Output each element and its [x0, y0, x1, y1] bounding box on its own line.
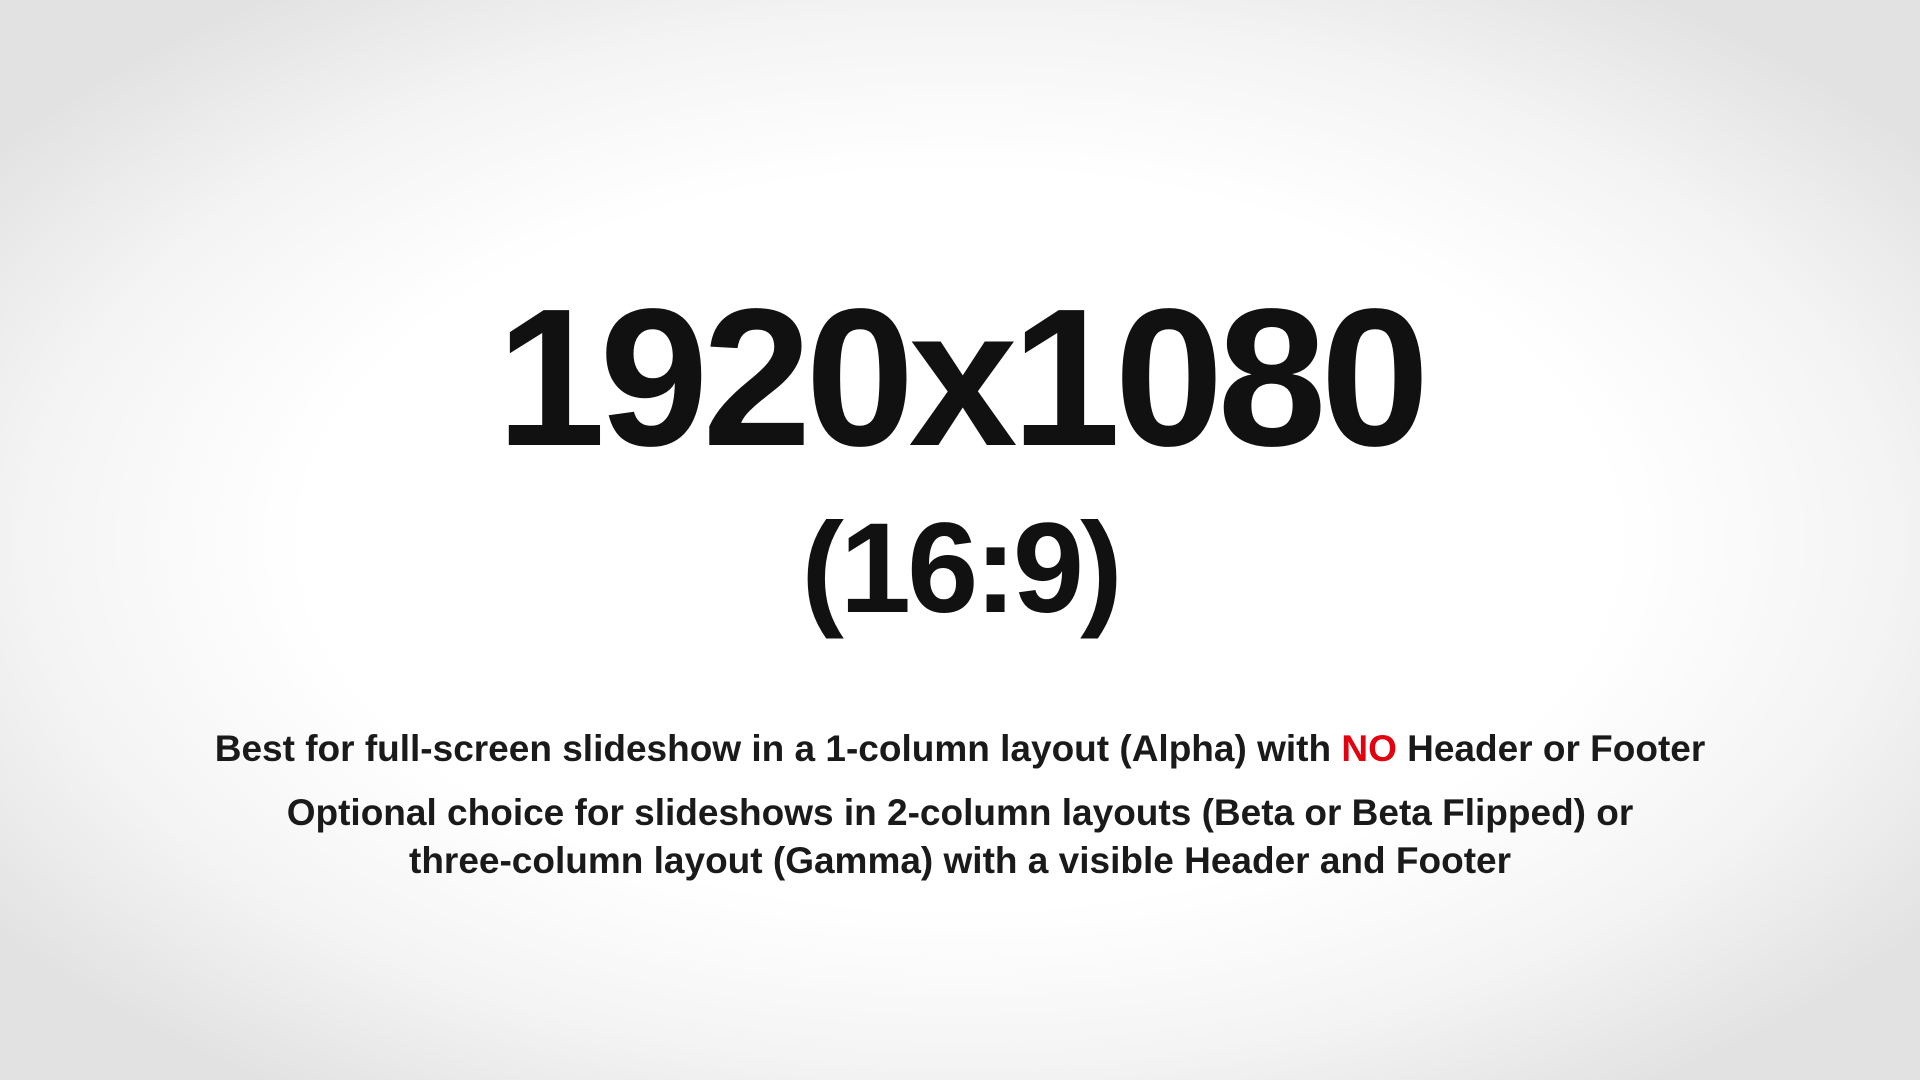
best-for-text-end: Header or Footer: [1396, 728, 1706, 769]
optional-choice-paragraph: Optional choice for slideshows in 2-colu…: [0, 789, 1920, 885]
best-for-text-start: Best for full-screen slideshow in a 1-co…: [214, 728, 1342, 769]
resolution-heading: 1920x1080: [496, 268, 1429, 487]
optional-choice-line-1: Optional choice for slideshows in 2-colu…: [286, 792, 1634, 833]
optional-choice-line-2: three-column layout (Gamma) with a visib…: [409, 840, 1511, 882]
slide-canvas: 1920x1080 (16:9) Best for full-screen sl…: [0, 0, 1920, 1080]
best-for-line: Best for full-screen slideshow in a 1-co…: [0, 725, 1920, 773]
no-emphasis: NO: [1341, 728, 1397, 769]
aspect-ratio-heading: (16:9): [801, 497, 1122, 640]
